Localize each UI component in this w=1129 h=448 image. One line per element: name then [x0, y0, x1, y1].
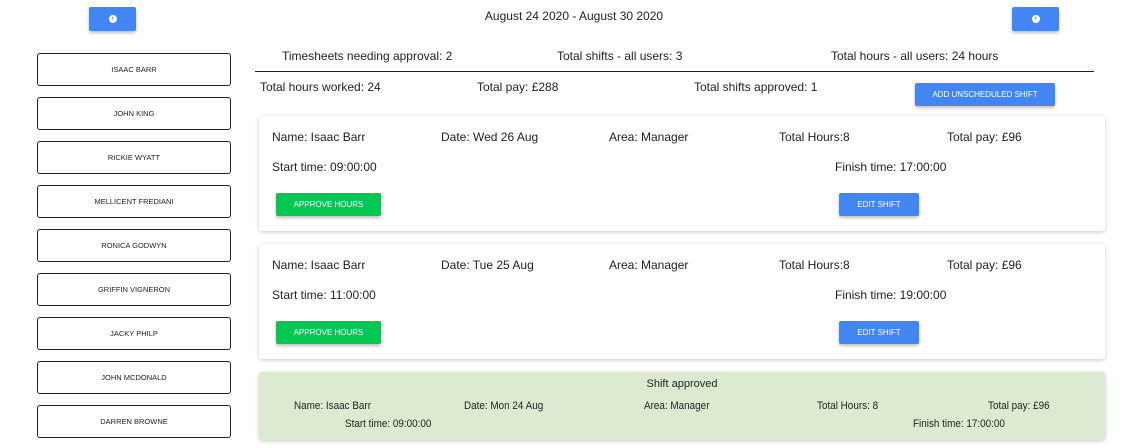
user-button-john-mcdonald[interactable]: JOHN MCDONALD [37, 361, 231, 394]
shift-date: Date: Wed 26 Aug [441, 130, 539, 144]
total-pay: Total pay: £288 [477, 80, 559, 94]
shift-card: Name: Isaac Barr Date: Tue 25 Aug Area: … [259, 244, 1105, 359]
total-hours-all-users: Total hours - all users: 24 hours [831, 49, 999, 63]
summary-divider [255, 71, 1094, 72]
shift-hours: Total Hours:8 [779, 258, 850, 272]
shift-name: Name: Isaac Barr [272, 258, 366, 272]
edit-shift-button[interactable]: EDIT SHIFT [839, 193, 919, 216]
shift-finish: Finish time: 17:00:00 [835, 160, 947, 174]
user-button-mellicent-frediani[interactable]: MELLICENT FREDIANI [37, 185, 231, 218]
shift-start: Start time: 09:00:00 [345, 418, 432, 430]
shift-pay: Total pay: £96 [947, 130, 1022, 144]
total-shifts-all-users: Total shifts - all users: 3 [557, 49, 683, 63]
shift-pay: Total pay: £96 [988, 400, 1050, 412]
shift-date: Date: Tue 25 Aug [441, 258, 534, 272]
user-button-jacky-philp[interactable]: JACKY PHILP [37, 317, 231, 350]
shift-card: Name: Isaac Barr Date: Wed 26 Aug Area: … [259, 116, 1105, 231]
approve-hours-button[interactable]: APPROVE HOURS [276, 193, 381, 216]
timesheets-needing-approval: Timesheets needing approval: 2 [282, 49, 453, 63]
shift-hours: Total Hours:8 [779, 130, 850, 144]
shift-name: Name: Isaac Barr [272, 130, 366, 144]
add-unscheduled-shift-button[interactable]: ADD UNSCHEDULED SHIFT [915, 83, 1055, 106]
shift-hours: Total Hours: 8 [817, 400, 879, 412]
user-button-griffin-vigneron[interactable]: GRIFFIN VIGNERON [37, 273, 231, 306]
user-button-ronica-godwyn[interactable]: RONICA GODWYN [37, 229, 231, 262]
user-button-john-king[interactable]: JOHN KING [37, 97, 231, 130]
shift-area: Area: Manager [644, 400, 710, 412]
total-hours-worked: Total hours worked: 24 [260, 80, 381, 94]
shift-name: Name: Isaac Barr [294, 400, 372, 412]
shift-start: Start time: 11:00:00 [272, 288, 376, 302]
shift-area: Area: Manager [609, 258, 689, 272]
shift-area: Area: Manager [609, 130, 689, 144]
user-button-isaac-barr[interactable]: ISAAC BARR [37, 53, 231, 86]
edit-shift-button[interactable]: EDIT SHIFT [839, 321, 919, 344]
total-shifts-approved: Total shifts approved: 1 [694, 80, 818, 94]
date-range-title: August 24 2020 - August 30 2020 [484, 9, 664, 23]
chevron-right-icon: › [1031, 15, 1040, 23]
shift-date: Date: Mon 24 Aug [464, 400, 544, 412]
shift-pay: Total pay: £96 [947, 258, 1022, 272]
shift-finish: Finish time: 19:00:00 [835, 288, 947, 302]
approve-hours-button[interactable]: APPROVE HOURS [276, 321, 381, 344]
next-week-button[interactable]: › [1012, 7, 1059, 31]
shift-finish: Finish time: 17:00:00 [913, 418, 1005, 430]
approved-shift-card: Shift approved Name: Isaac Barr Date: Mo… [259, 372, 1105, 440]
shift-approved-status: Shift approved [646, 378, 718, 390]
user-button-rickie-wyatt[interactable]: RICKIE WYATT [37, 141, 231, 174]
user-button-darren-browne[interactable]: DARREN BROWNE [37, 405, 231, 438]
shift-start: Start time: 09:00:00 [272, 160, 377, 174]
